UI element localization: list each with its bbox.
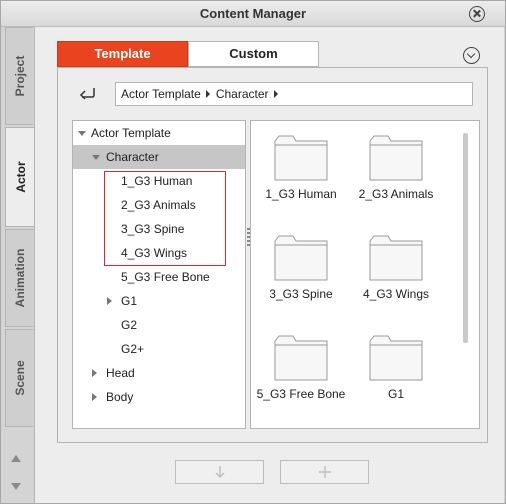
tree-item[interactable]: 1_G3 Human	[73, 169, 245, 193]
download-arrow-icon	[214, 466, 225, 479]
tree-item-label: G2	[121, 318, 138, 332]
tree-item[interactable]: G2+	[73, 337, 245, 361]
scroll-down-icon[interactable]	[11, 483, 21, 490]
folder-icon	[274, 135, 328, 181]
plus-icon	[318, 466, 331, 478]
download-button[interactable]	[175, 460, 264, 484]
tree-item-label: 3_G3 Spine	[121, 222, 185, 236]
folder-item[interactable]: 1_G3 Human	[256, 123, 346, 215]
folder-icon	[274, 335, 328, 381]
grid-scrollbar[interactable]	[463, 133, 468, 343]
tab-template[interactable]: Template	[57, 41, 188, 67]
tree-item[interactable]: Character	[73, 145, 245, 169]
tree-item[interactable]: Actor Template	[73, 121, 245, 145]
title-bar: Content Manager	[1, 1, 505, 27]
breadcrumb: Actor Template Character	[115, 82, 473, 106]
expand-arrow-icon[interactable]	[78, 131, 86, 136]
tree-item-label: 4_G3 Wings	[121, 246, 188, 260]
tree-item-label: G1	[121, 294, 138, 308]
expand-arrow-icon[interactable]	[92, 155, 100, 160]
tree-item[interactable]: G1	[73, 289, 245, 313]
breadcrumb-item[interactable]: Actor Template	[121, 83, 201, 105]
side-tab-animation[interactable]: Animation	[5, 229, 33, 327]
side-tab-label: Scene	[12, 360, 27, 396]
tree-item[interactable]: 2_G3 Animals	[73, 193, 245, 217]
folder-item[interactable]: 3_G3 Spine	[256, 223, 346, 315]
content-manager-window: Content Manager Project Actor Animation …	[0, 0, 506, 504]
collapse-arrow-icon[interactable]	[92, 369, 97, 377]
folder-item[interactable]: 2_G3 Animals	[351, 123, 441, 215]
side-tabs: Project Actor Animation Scene	[5, 27, 35, 503]
folder-label: 1_G3 Human	[265, 187, 337, 201]
folder-tree: Body Head G2+ G2 G1 5_G3 Free Bone 4_G3 Wings 3…	[72, 120, 246, 429]
tree-item[interactable]: 5_G3 Free Bone	[73, 265, 245, 289]
tree-item[interactable]: Head	[73, 361, 245, 385]
side-tab-label: Project	[12, 55, 27, 97]
tree-item-label: G2+	[121, 342, 145, 356]
collapse-arrow-icon[interactable]	[92, 393, 97, 401]
side-tab-scene[interactable]: Scene	[5, 329, 33, 427]
folder-label: 4_G3 Wings	[362, 287, 430, 301]
tab-custom[interactable]: Custom	[188, 41, 319, 67]
tree-item-label: 2_G3 Animals	[121, 198, 196, 212]
tree-item-label: Body	[106, 390, 134, 404]
folder-icon	[369, 135, 423, 181]
tree-item-label: Character	[106, 150, 159, 164]
tree-item-label: 1_G3 Human	[121, 174, 193, 188]
content-grid: 1_G3 Human 2_G3 Animals 3_G3 Spine 4_G3 Win…	[250, 120, 480, 429]
add-button[interactable]	[280, 460, 369, 484]
folder-item[interactable]: 4_G3 Wings	[351, 223, 441, 315]
side-tab-label: Actor	[13, 161, 28, 193]
window-title: Content Manager	[199, 6, 307, 21]
folder-icon	[369, 335, 423, 381]
content-area: Actor Template Character Body Head G2+ G2 G1 5…	[57, 67, 488, 443]
tree-item[interactable]: 3_G3 Spine	[73, 217, 245, 241]
folder-label: 5_G3 Free Bone	[256, 387, 346, 401]
tree-item-label: Actor Template	[91, 126, 171, 140]
collapse-arrow-icon[interactable]	[107, 297, 112, 305]
back-icon[interactable]	[78, 86, 96, 100]
tree-item[interactable]: G2	[73, 313, 245, 337]
folder-label: 3_G3 Spine	[269, 287, 333, 301]
breadcrumb-item[interactable]: Character	[216, 83, 269, 105]
scroll-up-icon[interactable]	[11, 455, 21, 462]
folder-item[interactable]: G1	[351, 323, 441, 415]
tree-item-label: Head	[106, 366, 135, 380]
folder-label: G1	[387, 387, 404, 401]
tree-item[interactable]: 4_G3 Wings	[73, 241, 245, 265]
close-icon[interactable]	[469, 6, 485, 22]
folder-icon	[274, 235, 328, 281]
tree-item-label: 5_G3 Free Bone	[121, 270, 210, 284]
folder-label: 2_G3 Animals	[358, 187, 434, 201]
folder-item[interactable]: 5_G3 Free Bone	[256, 323, 346, 415]
breadcrumb-arrow-icon	[205, 90, 210, 98]
side-tab-project[interactable]: Project	[5, 27, 33, 125]
side-tab-actor[interactable]: Actor	[5, 127, 35, 227]
breadcrumb-arrow-icon	[273, 90, 278, 98]
side-tab-label: Animation	[12, 248, 27, 308]
chevron-down-icon[interactable]	[463, 47, 480, 64]
main-panel: Template Custom Actor Template Character …	[34, 27, 504, 503]
folder-icon	[369, 235, 423, 281]
tree-item[interactable]: Body	[73, 385, 245, 409]
